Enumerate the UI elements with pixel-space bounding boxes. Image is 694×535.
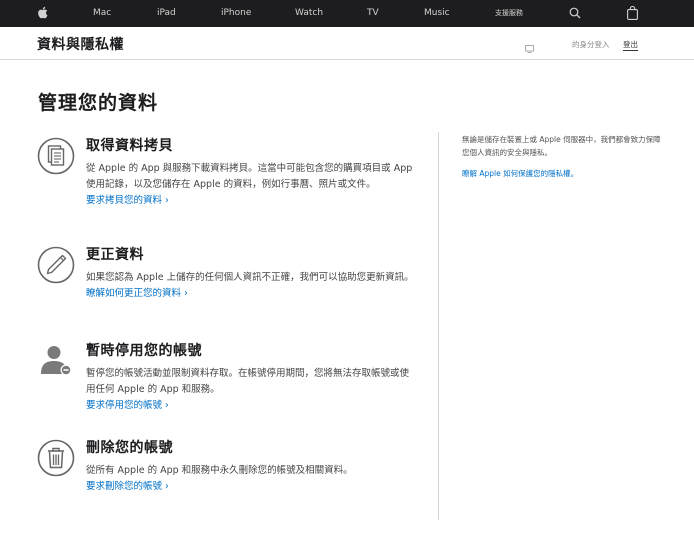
privacy-learn-more-link[interactable]: 瞭解 Apple 如何保護您的隱私權。	[462, 168, 662, 179]
column-divider	[438, 132, 439, 520]
nav-support[interactable]: 支援服務	[495, 0, 523, 27]
section-description: 從 Apple 的 App 與服務下載資料拷貝。這當中可能包含您的購買項目或 A…	[86, 163, 413, 190]
nav-mac[interactable]: Mac	[93, 0, 111, 27]
nav-iphone[interactable]: iPhone	[221, 0, 251, 27]
local-nav: 資料與隱私權 的身分登入 登出	[0, 27, 694, 60]
nav-ipad[interactable]: iPad	[157, 0, 176, 27]
request-copy-link[interactable]: 要求拷貝您的資料 ›	[86, 193, 416, 209]
trash-icon	[37, 439, 75, 477]
section-title: 取得資料拷貝	[86, 138, 173, 154]
section-description: 如果您認為 Apple 上儲存的任何個人資訊不正確，我們可以協助您更新資訊。	[86, 272, 414, 283]
signed-in-status: 的身分登入	[572, 40, 610, 49]
privacy-aside: 無論是儲存在裝置上或 Apple 伺服器中，我們都會致力保障您個人資訊的安全與隱…	[462, 133, 662, 179]
bag-icon[interactable]	[627, 6, 638, 20]
nav-watch[interactable]: Watch	[295, 0, 323, 27]
section-title: 刪除您的帳號	[86, 440, 173, 456]
user-deactivate-icon	[37, 342, 75, 380]
deactivate-account-link[interactable]: 要求停用您的帳號 ›	[86, 398, 416, 414]
nav-tv[interactable]: TV	[367, 0, 379, 27]
search-icon[interactable]	[569, 7, 581, 20]
pencil-icon	[37, 246, 75, 284]
section-description: 從所有 Apple 的 App 和服務中永久刪除您的帳號及相關資料。	[86, 465, 353, 476]
delete-account-link[interactable]: 要求刪除您的帳號 ›	[86, 479, 416, 495]
nav-music[interactable]: Music	[424, 0, 450, 27]
local-nav-title[interactable]: 資料與隱私權	[37, 34, 124, 54]
global-nav: Mac iPad iPhone Watch TV Music 支援服務	[0, 0, 694, 27]
page-title: 管理您的資料	[38, 92, 159, 114]
correct-data-link[interactable]: 瞭解如何更正您的資料 ›	[86, 286, 416, 302]
sign-out-link[interactable]: 登出	[623, 39, 638, 51]
section-title: 更正資料	[86, 247, 144, 263]
device-icon	[525, 38, 534, 57]
aside-text: 無論是儲存在裝置上或 Apple 伺服器中，我們都會致力保障您個人資訊的安全與隱…	[462, 135, 661, 157]
document-copy-icon	[37, 137, 75, 175]
section-description: 暫停您的帳號活動並限制資料存取。在帳號停用期間，您將無法存取帳號或使用任何 Ap…	[86, 368, 410, 395]
section-title: 暫時停用您的帳號	[86, 343, 202, 359]
apple-logo-icon[interactable]	[37, 6, 48, 20]
